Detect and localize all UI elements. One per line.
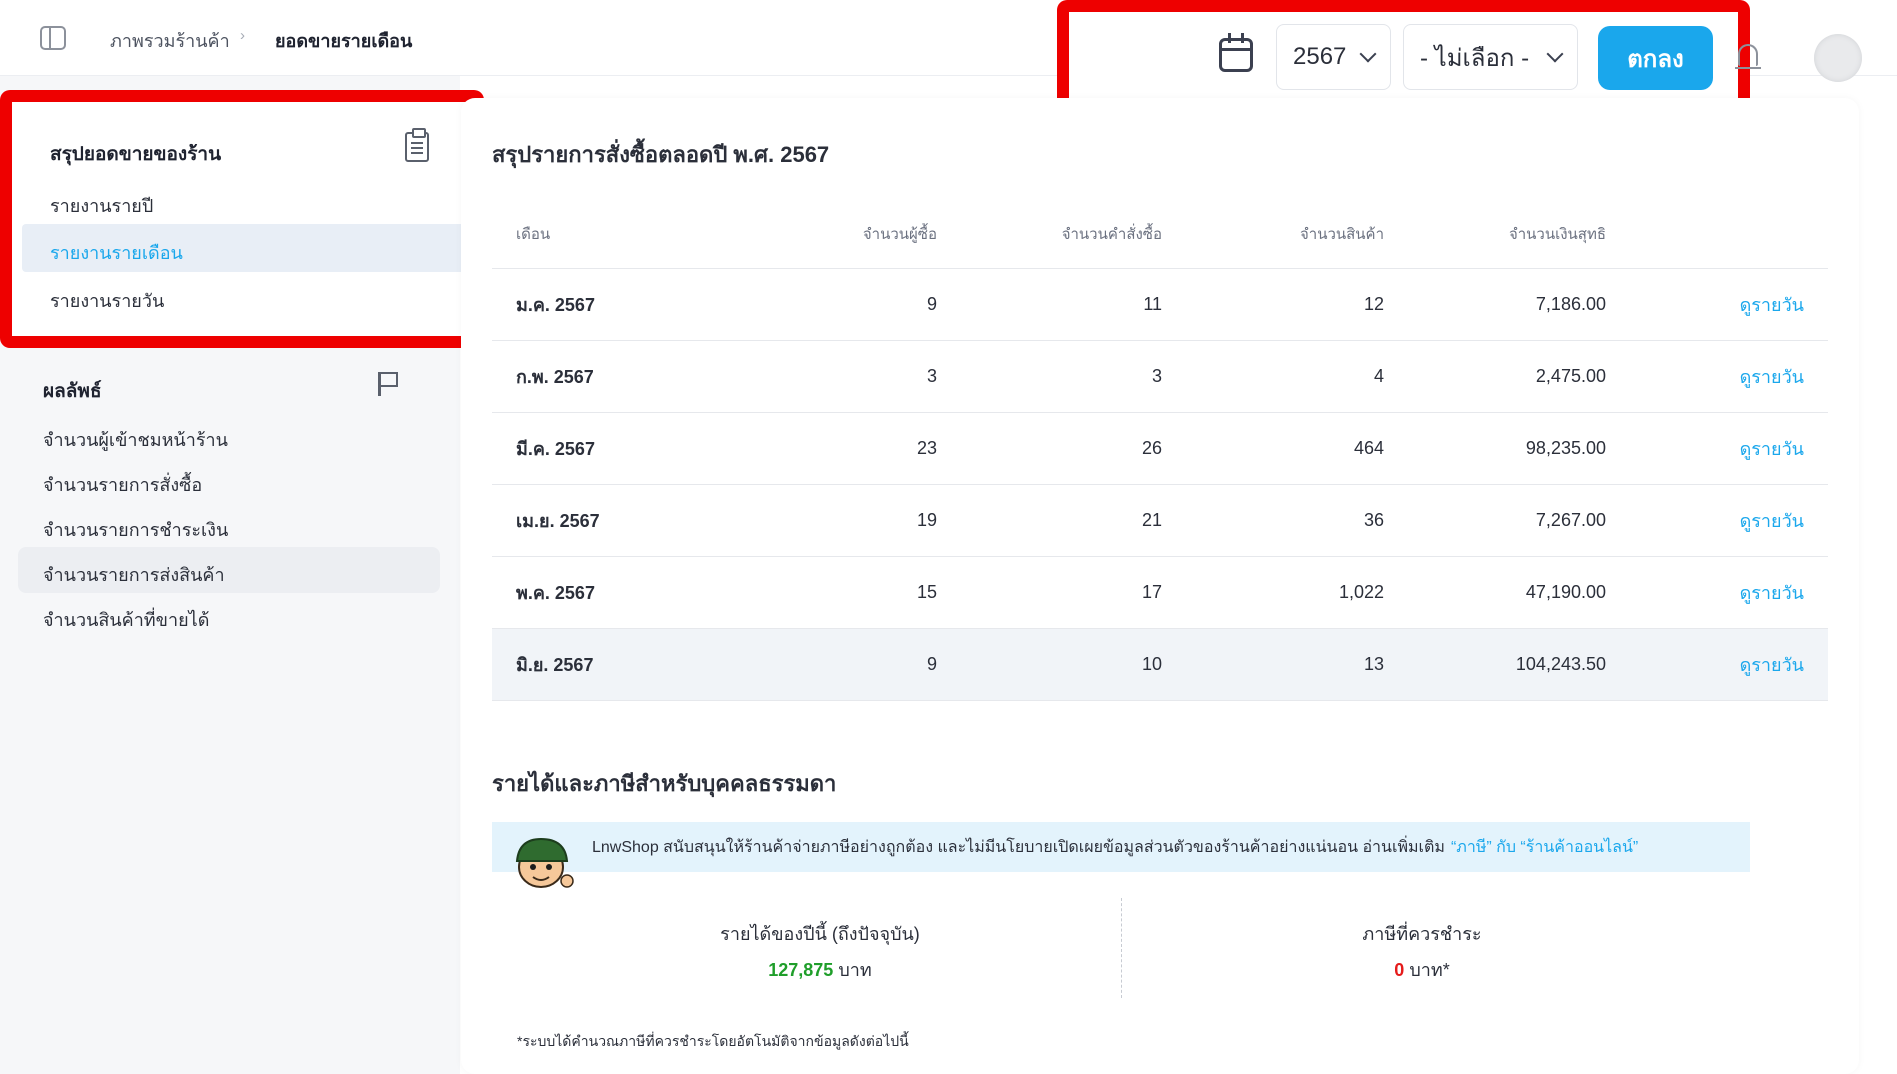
cell-buyers: 3 (802, 340, 937, 413)
column-header-orders: จำนวนคำสั่งซื้อ (937, 200, 1162, 269)
stat-divider (1121, 898, 1122, 998)
sidebar-item-visitors[interactable]: จำนวนผู้เข้าชมหน้าร้าน (43, 425, 228, 454)
cell-net: 7,267.00 (1384, 484, 1606, 557)
column-header-items: จำนวนสินค้า (1162, 200, 1384, 269)
cell-orders: 17 (937, 556, 1162, 629)
table-row: มิ.ย. 2567 9 10 13 104,243.50 ดูรายวัน (492, 628, 1828, 701)
cell-net: 7,186.00 (1384, 268, 1606, 341)
monthly-summary-table: เดือน จำนวนผู้ซื้อ จำนวนคำสั่งซื้อ จำนวน… (492, 200, 1828, 701)
cell-items: 36 (1162, 484, 1384, 557)
table-row: พ.ค. 2567 15 17 1,022 47,190.00 ดูรายวัน (492, 556, 1828, 629)
breadcrumb-current: ยอดขายรายเดือน (275, 31, 413, 51)
cell-buyers: 23 (802, 412, 937, 485)
cell-month: เม.ย. 2567 (492, 484, 802, 557)
sidebar-item-products-sold[interactable]: จำนวนสินค้าที่ขายได้ (43, 605, 209, 634)
cell-net: 2,475.00 (1384, 340, 1606, 413)
cell-month: ม.ค. 2567 (492, 268, 802, 341)
income-label: รายได้ของปีนี้ (ถึงปัจจุบัน) (720, 924, 920, 944)
month-select[interactable]: - ไม่เลือก - (1403, 24, 1578, 90)
cell-orders: 26 (937, 412, 1162, 485)
sidebar-item-monthly[interactable]: รายงานรายเดือน (50, 238, 183, 267)
breadcrumb-separator-icon: › (240, 27, 245, 44)
income-value: 127,875 (768, 960, 834, 980)
sidebar-item-orders[interactable]: จำนวนรายการสั่งซื้อ (43, 470, 202, 499)
ok-button[interactable]: ตกลง (1598, 26, 1713, 90)
cell-month: พ.ค. 2567 (492, 556, 802, 629)
cell-items: 13 (1162, 628, 1384, 701)
view-daily-link[interactable]: ดูรายวัน (1740, 583, 1804, 603)
cell-orders: 3 (937, 340, 1162, 413)
cell-buyers: 15 (802, 556, 937, 629)
tax-unit: บาท* (1409, 960, 1450, 980)
cell-month: มี.ค. 2567 (492, 412, 802, 485)
column-header-buyers: จำนวนผู้ซื้อ (802, 200, 937, 269)
column-header-net: จำนวนเงินสุทธิ (1384, 200, 1606, 269)
summary-title: สรุปรายการสั่งซื้อตลอดปี พ.ศ. 2567 (492, 142, 830, 167)
cell-items: 12 (1162, 268, 1384, 341)
cell-buyers: 19 (802, 484, 937, 557)
chevron-down-icon (1546, 45, 1564, 63)
cell-month: มิ.ย. 2567 (492, 628, 802, 701)
tax-value: 0 (1394, 960, 1405, 980)
year-select-value: 2567 (1293, 43, 1347, 70)
cell-items: 4 (1162, 340, 1384, 413)
cell-items: 1,022 (1162, 556, 1384, 629)
sales-summary-title: สรุปยอดขายของร้าน (50, 144, 222, 165)
cell-buyers: 9 (802, 628, 937, 701)
mascot-icon (515, 837, 574, 888)
cell-net: 98,235.00 (1384, 412, 1606, 485)
clipboard-icon (405, 128, 429, 162)
tax-section-title: รายได้และภาษีสำหรับบุคคลธรรมดา (492, 771, 837, 796)
cell-orders: 11 (937, 268, 1162, 341)
view-daily-link[interactable]: ดูรายวัน (1740, 511, 1804, 531)
view-daily-link[interactable]: ดูรายวัน (1740, 655, 1804, 675)
sidebar-item-yearly[interactable]: รายงานรายปี (50, 191, 153, 220)
cell-month: ก.พ. 2567 (492, 340, 802, 413)
table-row: ม.ค. 2567 9 11 12 7,186.00 ดูรายวัน (492, 268, 1828, 341)
table-row: ก.พ. 2567 3 3 4 2,475.00 ดูรายวัน (492, 340, 1828, 413)
income-unit: บาท (838, 960, 872, 980)
calendar-icon (1219, 33, 1253, 72)
table-row: เม.ย. 2567 19 21 36 7,267.00 ดูรายวัน (492, 484, 1828, 557)
cell-buyers: 9 (802, 268, 937, 341)
tax-label: ภาษีที่ควรชำระ (1362, 924, 1482, 944)
year-select[interactable]: 2567 (1276, 24, 1391, 90)
sidebar-item-payments[interactable]: จำนวนรายการชำระเงิน (43, 515, 228, 544)
month-select-value: - ไม่เลือก - (1420, 44, 1530, 72)
view-daily-link[interactable]: ดูรายวัน (1740, 439, 1804, 459)
cell-orders: 21 (937, 484, 1162, 557)
chevron-down-icon (1359, 45, 1377, 63)
sidebar-item-daily[interactable]: รายงานรายวัน (50, 286, 164, 315)
bell-icon[interactable] (1735, 44, 1761, 69)
tax-footnote: *ระบบได้คำนวณภาษีที่ควรชำระโดยอัตโนมัติจ… (517, 1033, 909, 1049)
view-daily-link[interactable]: ดูรายวัน (1740, 295, 1804, 315)
sidebar-toggle-icon[interactable] (40, 26, 66, 50)
results-title: ผลลัพธ์ (43, 381, 102, 402)
column-header-action (1606, 200, 1828, 269)
table-header-row: เดือน จำนวนผู้ซื้อ จำนวนคำสั่งซื้อ จำนวน… (492, 200, 1828, 269)
cell-net: 104,243.50 (1384, 628, 1606, 701)
flag-icon (378, 372, 398, 396)
tax-info-banner: LnwShop สนับสนุนให้ร้านค้าจ่ายภาษีอย่างถ… (492, 822, 1750, 872)
breadcrumb-overview[interactable]: ภาพรวมร้านค้า (110, 26, 230, 55)
tax-stat: 0 บาท* (1322, 955, 1522, 984)
sidebar-item-shipments[interactable]: จำนวนรายการส่งสินค้า (43, 560, 225, 589)
income-stat: 127,875 บาท (720, 955, 920, 984)
view-daily-link[interactable]: ดูรายวัน (1740, 367, 1804, 387)
cell-net: 47,190.00 (1384, 556, 1606, 629)
cell-orders: 10 (937, 628, 1162, 701)
column-header-month: เดือน (492, 200, 802, 269)
tax-info-text: LnwShop สนับสนุนให้ร้านค้าจ่ายภาษีอย่างถ… (592, 838, 1445, 856)
cell-items: 464 (1162, 412, 1384, 485)
tax-info-link[interactable]: “ภาษี” กับ “ร้านค้าออนไลน์” (1451, 835, 1638, 860)
avatar[interactable] (1814, 34, 1862, 82)
table-row: มี.ค. 2567 23 26 464 98,235.00 ดูรายวัน (492, 412, 1828, 485)
